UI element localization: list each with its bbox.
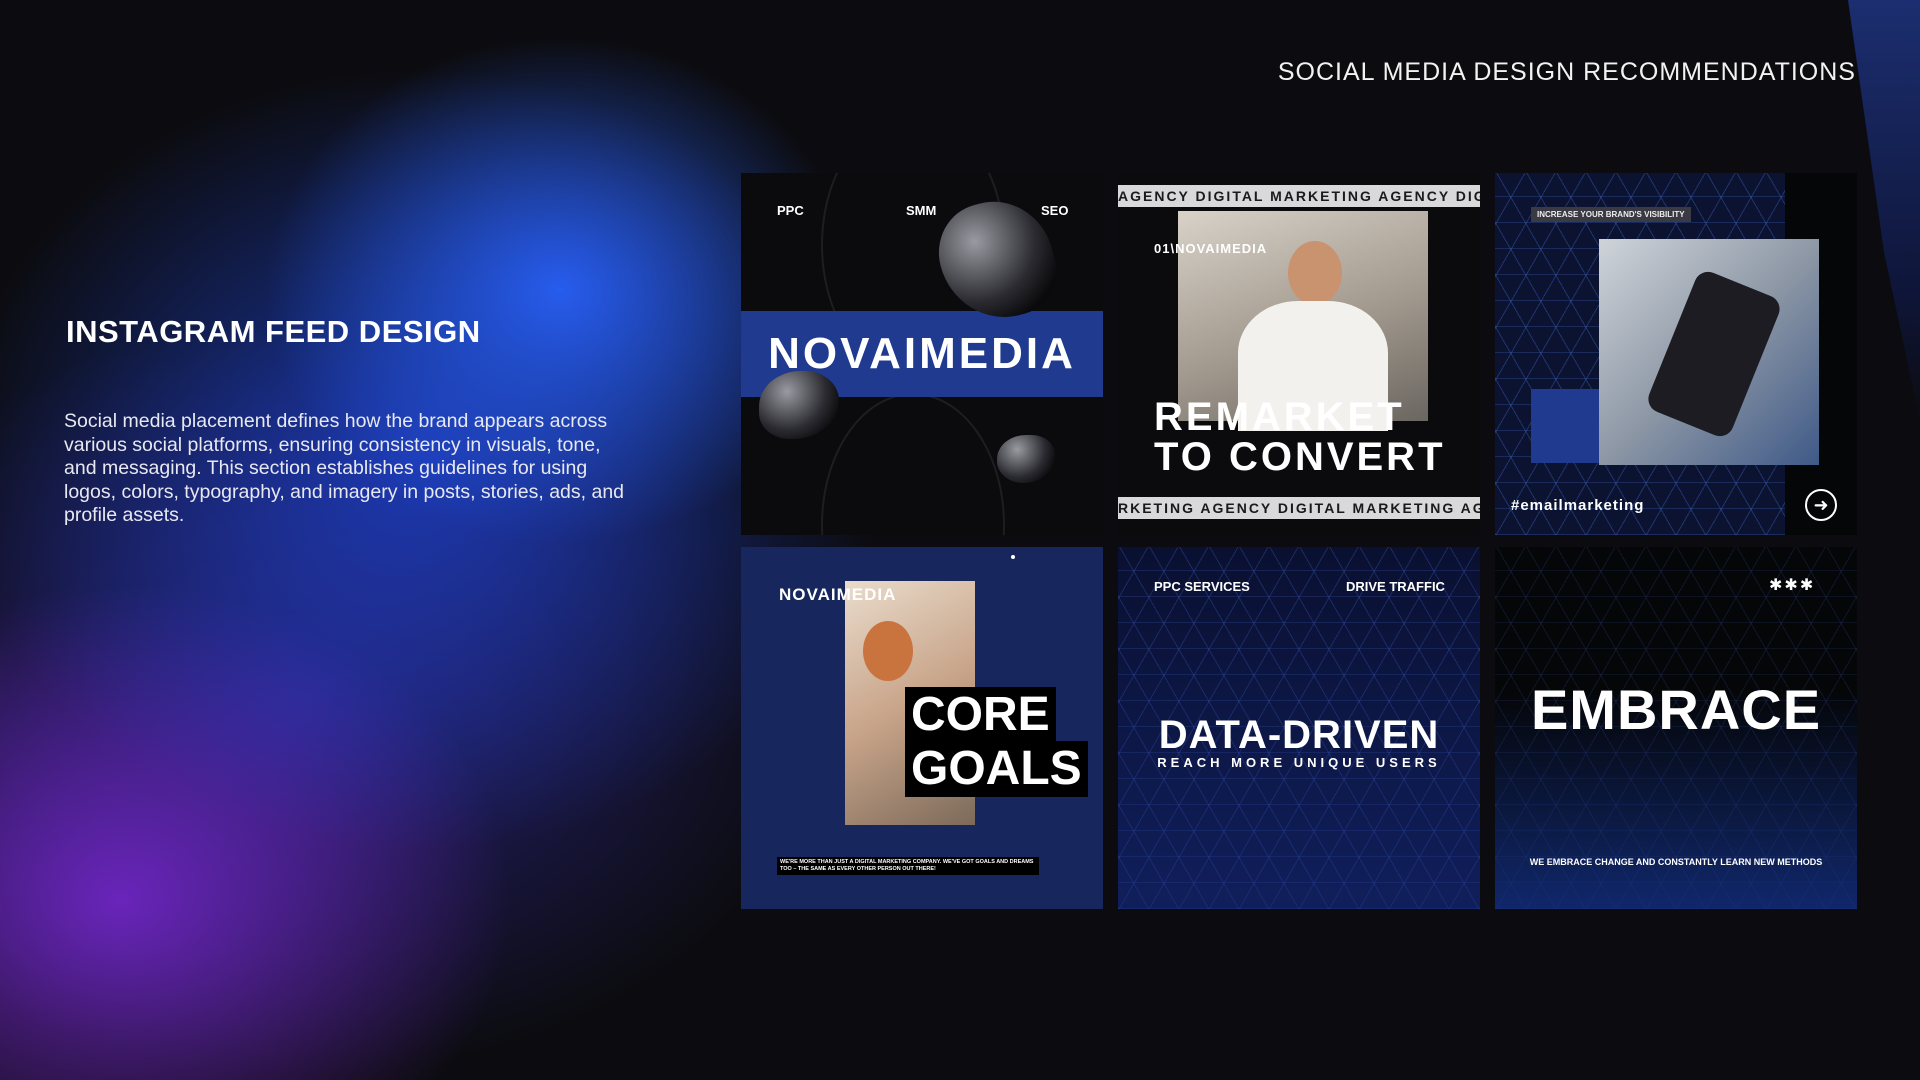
section-title: INSTAGRAM FEED DESIGN	[66, 314, 481, 349]
photo-phone	[1644, 267, 1784, 441]
arrow-right-circle-icon[interactable]: ➜	[1805, 489, 1837, 521]
stars-decor: ✱✱✱	[1769, 577, 1816, 594]
headline-remarket: REMARKET	[1154, 395, 1405, 439]
feed-post-novaimedia[interactable]: PPC SMM SEO NOVAIMEDIA	[741, 173, 1103, 535]
dot-decor	[1011, 555, 1015, 559]
ticker-top: AGENCY DIGITAL MARKETING AGENCY DIGITAL …	[1118, 185, 1480, 207]
feed-post-emailmarketing[interactable]: INCREASE YOUR BRAND'S VISIBILITY #emailm…	[1495, 173, 1857, 535]
post-caption: WE EMBRACE CHANGE AND CONSTANTLY LEARN N…	[1529, 857, 1823, 867]
subline: REACH MORE UNIQUE USERS	[1157, 755, 1441, 770]
tag-ppc: PPC	[777, 203, 804, 218]
visibility-badge: INCREASE YOUR BRAND'S VISIBILITY	[1531, 207, 1691, 222]
photo-hair	[863, 621, 913, 681]
headline-data-driven: DATA-DRIVEN	[1158, 713, 1440, 757]
tag-smm: SMM	[906, 203, 937, 218]
headline-goals: GOALS	[905, 741, 1088, 797]
feed-post-data-driven[interactable]: PPC SERVICES DRIVE TRAFFIC DATA-DRIVEN R…	[1118, 547, 1480, 909]
photo-face	[1288, 241, 1342, 305]
brand-logo-text: NOVAIMEDIA	[768, 329, 1076, 378]
hashtag: #emailmarketing	[1511, 497, 1645, 514]
feed-post-core-goals[interactable]: NOVAIMEDIA CORE GOALS WE'RE MORE THAN JU…	[741, 547, 1103, 909]
section-description: Social media placement defines how the b…	[64, 410, 625, 526]
page-header-title: SOCIAL MEDIA DESIGN RECOMMENDATIONS	[1277, 58, 1856, 86]
rock-image	[759, 371, 839, 439]
rock-image	[997, 435, 1055, 483]
background	[0, 0, 1920, 1080]
post-label: 01\NOVAIMEDIA	[1154, 241, 1268, 256]
tag-ppc-services: PPC SERVICES	[1154, 579, 1250, 594]
tag-drive-traffic: DRIVE TRAFFIC	[1346, 579, 1445, 594]
tag-seo: SEO	[1041, 203, 1069, 218]
headline-core: CORE	[905, 687, 1056, 743]
ticker-bottom: RKETING AGENCY DIGITAL MARKETING AGENCY …	[1118, 497, 1480, 519]
headline-to-convert: TO CONVERT	[1154, 435, 1446, 479]
feed-post-remarket[interactable]: AGENCY DIGITAL MARKETING AGENCY DIGITAL …	[1118, 173, 1480, 535]
decor-ring	[821, 393, 1005, 535]
headline-embrace: EMBRACE	[1530, 678, 1822, 741]
photo-phone-hands	[1599, 239, 1819, 465]
feed-post-embrace[interactable]: ✱✱✱ EMBRACE WE EMBRACE CHANGE AND CONSTA…	[1495, 547, 1857, 909]
brand-logo-text: NOVAIMEDIA	[779, 585, 897, 604]
post-caption: WE'RE MORE THAN JUST A DIGITAL MARKETING…	[777, 857, 1039, 875]
